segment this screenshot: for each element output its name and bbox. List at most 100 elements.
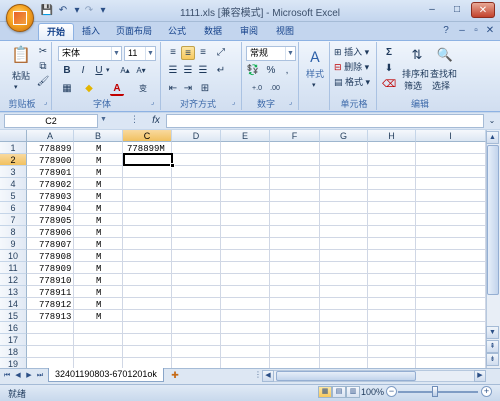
cell-b[interactable]: M [96, 311, 101, 323]
cell-b[interactable]: M [96, 191, 101, 203]
wrap-text-icon[interactable]: ↵ [214, 64, 228, 78]
row-header[interactable]: 14 [0, 298, 27, 310]
zoom-slider[interactable] [398, 391, 478, 393]
column-header-g[interactable]: G [320, 130, 368, 142]
paste-icon[interactable]: 📋 [10, 46, 32, 66]
row-header[interactable]: 11 [0, 262, 27, 274]
cell-a[interactable]: 778908 [39, 251, 71, 263]
find-select-label2[interactable]: 选择 [432, 80, 450, 92]
bold-button[interactable]: B [60, 64, 74, 78]
cell-b[interactable]: M [96, 227, 101, 239]
underline-button[interactable]: U [92, 64, 106, 78]
row-header[interactable]: 5 [0, 190, 27, 202]
format-cells-button[interactable]: ▤ 格式 ▾ [334, 76, 370, 88]
alignment-launcher-icon[interactable]: ⌟ [232, 99, 240, 107]
copy-icon[interactable]: ⧉ [36, 60, 50, 74]
zoom-slider-knob[interactable] [432, 386, 438, 397]
undo-icon[interactable]: ↶ [56, 5, 70, 17]
cell-a[interactable]: 778900 [39, 155, 71, 167]
tab-insert[interactable]: 插入 [74, 23, 108, 40]
vertical-scroll-thumb[interactable] [487, 145, 499, 295]
increase-indent-icon[interactable]: ⇥ [181, 82, 195, 96]
customize-quick-access-icon[interactable]: ▾ [96, 5, 110, 17]
scroll-right-icon[interactable]: ▶ [474, 370, 486, 382]
zoom-in-icon[interactable]: + [481, 386, 492, 397]
zoom-out-icon[interactable]: − [386, 386, 397, 397]
cell-b[interactable]: M [96, 275, 101, 287]
restore-button[interactable]: □ [445, 2, 469, 18]
row-header[interactable]: 7 [0, 214, 27, 226]
expand-formula-bar-icon[interactable]: ⌄ [486, 114, 498, 128]
cell-a[interactable]: 778906 [39, 227, 71, 239]
shrink-font-button[interactable]: A▾ [134, 64, 148, 78]
cell-a[interactable]: 778902 [39, 179, 71, 191]
cell-b[interactable]: M [96, 203, 101, 215]
next-page-icon[interactable]: ⇟ [486, 353, 499, 366]
column-header-d[interactable]: D [172, 130, 221, 142]
row-header[interactable]: 9 [0, 238, 27, 250]
save-icon[interactable]: 💾 [40, 5, 54, 17]
formula-input[interactable] [166, 114, 484, 128]
cell-a[interactable]: 778905 [39, 215, 71, 227]
chevron-down-icon[interactable]: ▼ [145, 47, 155, 60]
scroll-down-icon[interactable]: ▼ [486, 326, 499, 339]
fill-handle[interactable] [170, 163, 175, 168]
row-header[interactable]: 17 [0, 334, 27, 346]
workbook-close-icon[interactable]: ✕ [484, 25, 496, 37]
cell-b[interactable]: M [96, 263, 101, 275]
name-box[interactable]: C2 [4, 114, 98, 128]
column-header-e[interactable]: E [221, 130, 270, 142]
clipboard-launcher-icon[interactable]: ⌟ [44, 99, 52, 107]
tab-formulas[interactable]: 公式 [160, 23, 194, 40]
number-format-combo[interactable]: 常规 ▼ [246, 46, 296, 61]
cell-b[interactable]: M [96, 251, 101, 263]
percent-button[interactable]: % [264, 64, 278, 78]
italic-button[interactable]: I [76, 64, 90, 78]
cell-b[interactable]: M [96, 299, 101, 311]
select-all-corner[interactable] [0, 130, 27, 142]
page-break-view-icon[interactable]: ▥ [346, 386, 360, 398]
cell-b[interactable]: M [96, 239, 101, 251]
tab-view[interactable]: 视图 [268, 23, 302, 40]
decrease-indent-icon[interactable]: ⇤ [166, 82, 180, 96]
format-painter-icon[interactable]: 🖌 [36, 75, 50, 89]
scroll-left-icon[interactable]: ◀ [262, 370, 274, 382]
cell-a[interactable]: 778911 [39, 287, 71, 299]
align-middle-icon[interactable]: ≡ [181, 46, 195, 60]
orientation-icon[interactable]: ⤢ [214, 46, 228, 60]
chevron-down-icon[interactable]: ▼ [111, 47, 121, 60]
cell-b[interactable]: M [96, 167, 101, 179]
border-icon[interactable]: ▦ [60, 82, 74, 96]
prev-sheet-icon[interactable]: ◀ [13, 370, 23, 382]
sort-filter-icon[interactable]: ⇅ [408, 46, 426, 64]
tab-page-layout[interactable]: 页面布局 [108, 23, 160, 40]
sort-filter-label[interactable]: 排序和 [402, 68, 429, 80]
sheet-tab-active[interactable]: 32401190803-6701201ok [48, 368, 164, 382]
font-launcher-icon[interactable]: ⌟ [151, 99, 159, 107]
number-launcher-icon[interactable]: ⌟ [289, 99, 297, 107]
row-header[interactable]: 3 [0, 166, 27, 178]
styles-label[interactable]: 样式 [300, 68, 330, 80]
row-header[interactable]: 4 [0, 178, 27, 190]
row-header[interactable]: 10 [0, 250, 27, 262]
column-header-i[interactable]: I [416, 130, 486, 142]
cell-a[interactable]: 778899 [39, 143, 71, 155]
fill-color-icon[interactable]: ◆ [82, 82, 96, 96]
prev-page-icon[interactable]: ⇞ [486, 340, 499, 353]
cell-a[interactable]: 778907 [39, 239, 71, 251]
sort-filter-label2[interactable]: 筛选 [404, 80, 422, 92]
row-header[interactable]: 1 [0, 142, 27, 154]
row-header[interactable]: 2 [0, 154, 27, 166]
align-top-icon[interactable]: ≡ [166, 46, 180, 60]
increase-decimal-button[interactable]: +.0 [250, 82, 264, 96]
column-header-c[interactable]: C [123, 130, 172, 142]
cell-b[interactable]: M [96, 143, 101, 155]
row-header[interactable]: 13 [0, 286, 27, 298]
office-button[interactable] [6, 4, 34, 32]
chevron-down-icon[interactable]: ▼ [285, 47, 295, 60]
normal-view-icon[interactable]: ▦ [318, 386, 332, 398]
next-sheet-icon[interactable]: ▶ [24, 370, 34, 382]
fill-icon[interactable]: ⬇ [382, 62, 396, 76]
row-header[interactable]: 18 [0, 346, 27, 358]
delete-cells-button[interactable]: ⊟ 删除 ▾ [334, 61, 369, 73]
